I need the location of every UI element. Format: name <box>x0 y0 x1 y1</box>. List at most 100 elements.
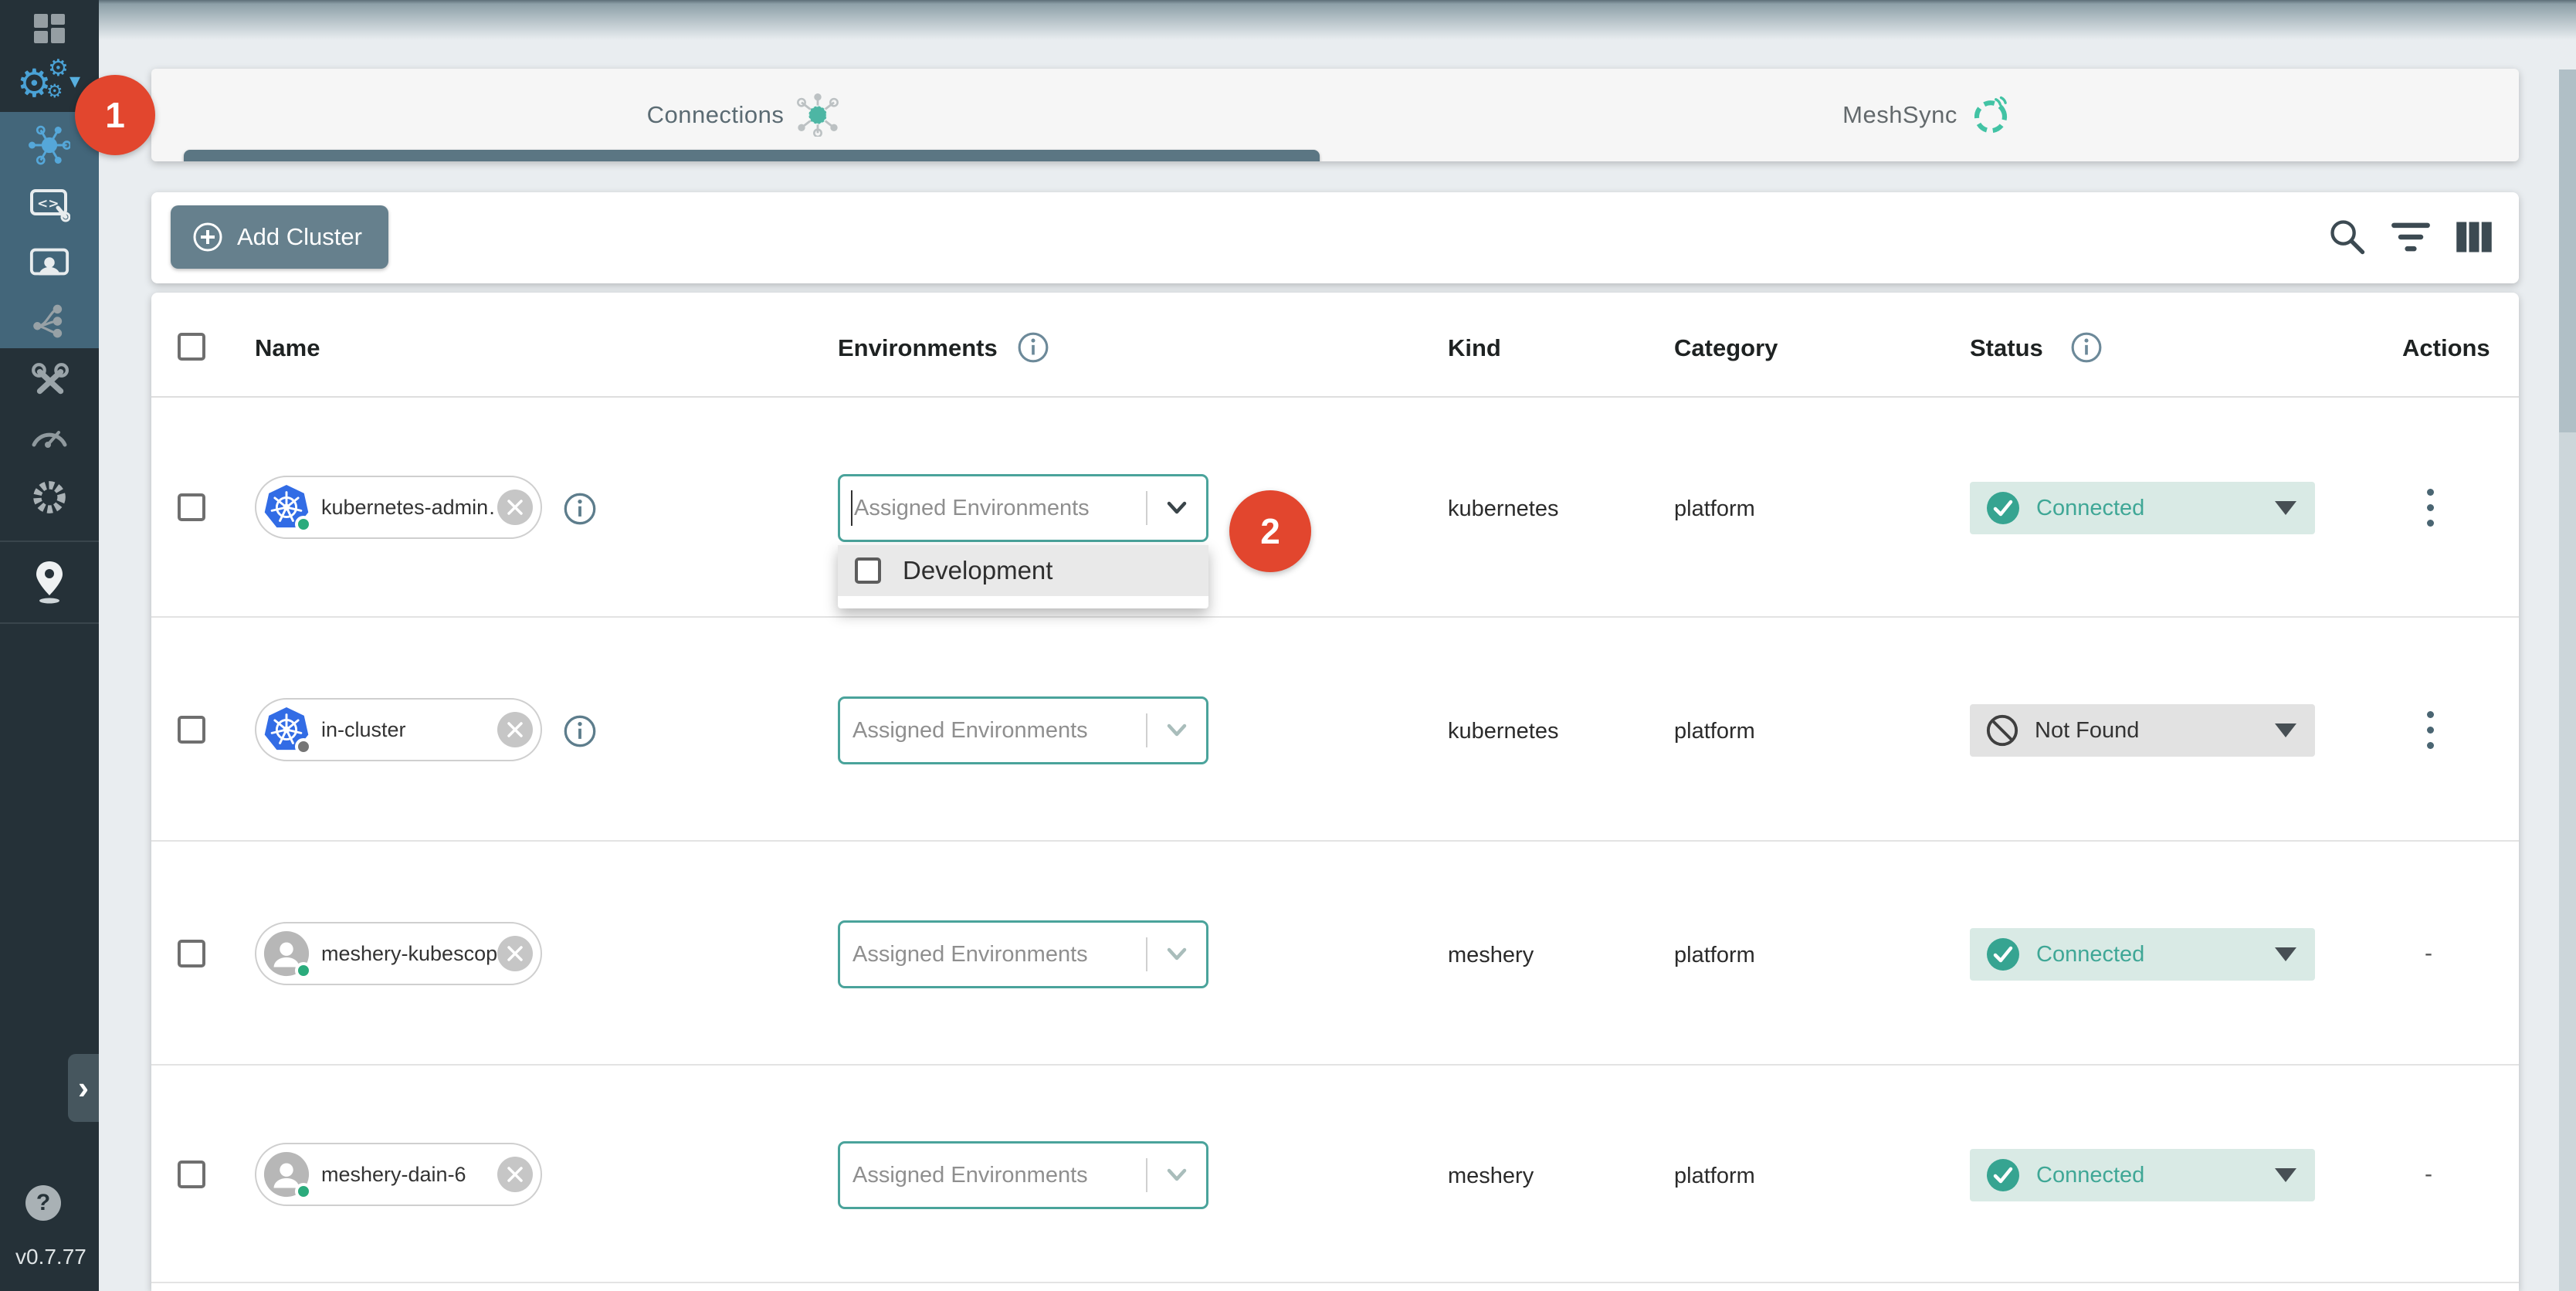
tab-connections[interactable]: Connections <box>151 69 1335 161</box>
table-header-row: Name Environments Kind Category Status A… <box>151 293 2519 398</box>
chevron-down-icon <box>1165 1167 1188 1184</box>
filter-icon[interactable] <box>2391 217 2431 257</box>
text-cursor <box>851 490 852 526</box>
cell-category: platform <box>1674 496 1755 522</box>
close-icon <box>507 1166 524 1183</box>
no-actions-dash: - <box>2425 1161 2432 1188</box>
svg-text:<>: <> <box>37 196 59 212</box>
status-label: Connected <box>2036 1163 2275 1188</box>
sidebar-item-dashboard[interactable] <box>0 0 99 59</box>
chevron-down-icon <box>1165 722 1188 739</box>
sidebar-expand-button[interactable]: › <box>68 1054 99 1122</box>
connected-check-icon <box>1985 937 2021 972</box>
select-all-checkbox[interactable] <box>178 333 205 361</box>
option-label: Development <box>903 556 1052 585</box>
columns-icon[interactable] <box>2454 217 2494 257</box>
sidebar-item-metrics[interactable] <box>0 405 99 463</box>
environments-select[interactable]: Assigned Environments <box>838 1141 1208 1209</box>
chevron-down-icon <box>1165 500 1188 517</box>
environments-dropdown-menu: Development <box>838 545 1208 608</box>
chip-delete-button[interactable] <box>497 490 533 525</box>
select-chevron-button[interactable] <box>1147 946 1206 963</box>
row-info-icon[interactable] <box>563 492 597 526</box>
status-label: Not Found <box>2035 718 2275 744</box>
meshery-app: ⚙ ⚙ ⚙ ▾ <box>0 0 2576 1291</box>
connection-status-dot <box>295 962 312 979</box>
select-chevron-button[interactable] <box>1147 500 1206 517</box>
tab-connections-label: Connections <box>647 101 785 129</box>
sidebar-item-catalog[interactable] <box>0 468 99 527</box>
connection-status-dot <box>295 1183 312 1200</box>
step-badge-1: 1 <box>75 75 155 155</box>
header-environments: Environments <box>838 334 998 362</box>
connection-chip[interactable]: kubernetes-admin… <box>255 476 542 539</box>
row-info-icon[interactable] <box>563 714 597 748</box>
sidebar-item-users[interactable] <box>0 233 99 292</box>
main-content: Connections MeshSync <box>99 0 2576 1291</box>
status-dropdown[interactable]: Connected <box>1970 928 2315 981</box>
table-toolbar: Add Cluster <box>151 192 2519 283</box>
metrics-gauge-icon <box>29 418 69 449</box>
location-pin-icon <box>31 558 68 605</box>
row-checkbox[interactable] <box>178 1161 205 1188</box>
connections-tab-icon <box>796 93 839 137</box>
close-icon <box>507 945 524 962</box>
help-button[interactable]: ? <box>25 1185 61 1221</box>
table-row: in-cluster Assigned Environments <box>151 618 2519 842</box>
chip-delete-button[interactable] <box>497 712 533 747</box>
meshsync-spinner-icon <box>1970 94 2012 136</box>
connection-chip[interactable]: in-cluster <box>255 698 542 761</box>
header-category: Category <box>1674 334 1778 362</box>
row-checkbox[interactable] <box>178 493 205 521</box>
environment-option-development[interactable]: Development <box>838 545 1208 596</box>
add-cluster-label: Add Cluster <box>237 223 362 251</box>
chip-delete-button[interactable] <box>497 1157 533 1192</box>
cell-kind: kubernetes <box>1448 496 1559 522</box>
cell-kind: meshery <box>1448 943 1534 968</box>
connected-check-icon <box>1985 490 2021 526</box>
sidebar-item-adapters[interactable]: <> <box>0 175 99 233</box>
sidebar-divider <box>0 540 99 542</box>
connection-chip[interactable]: meshery-kubescop… <box>255 922 542 985</box>
tools-icon <box>30 361 69 399</box>
sidebar-item-location[interactable] <box>0 552 99 611</box>
row-checkbox[interactable] <box>178 940 205 967</box>
cell-category: platform <box>1674 719 1755 744</box>
select-chevron-button[interactable] <box>1147 722 1206 739</box>
cell-category: platform <box>1674 943 1755 968</box>
search-icon[interactable] <box>2327 217 2368 257</box>
environments-select[interactable]: Assigned Environments <box>838 696 1208 764</box>
sidebar-item-tools[interactable] <box>0 351 99 409</box>
header-kind: Kind <box>1448 334 1501 362</box>
sidebar-item-workflows[interactable] <box>0 292 99 351</box>
add-cluster-button[interactable]: Add Cluster <box>171 205 388 269</box>
environments-select[interactable]: Assigned Environments <box>838 474 1208 542</box>
scrollbar-thumb[interactable] <box>2559 69 2576 432</box>
status-dropdown[interactable]: Not Found <box>1970 704 2315 757</box>
environments-select[interactable]: Assigned Environments <box>838 920 1208 988</box>
row-actions-menu[interactable] <box>2418 479 2442 535</box>
status-label: Connected <box>2036 496 2275 521</box>
chevron-right-icon: › <box>78 1069 89 1106</box>
status-label: Connected <box>2036 942 2275 967</box>
connection-status-dot <box>295 738 312 755</box>
app-version: v0.7.77 <box>15 1245 86 1269</box>
environments-info-icon[interactable] <box>1017 331 1049 364</box>
users-screen-icon <box>29 242 70 283</box>
row-actions-menu[interactable] <box>2418 702 2442 757</box>
step-badge-2: 2 <box>1229 490 1311 572</box>
select-chevron-button[interactable] <box>1147 1167 1206 1184</box>
status-dropdown[interactable]: Connected <box>1970 482 2315 534</box>
connection-chip[interactable]: meshery-dain-6 <box>255 1143 542 1206</box>
cell-kind: kubernetes <box>1448 719 1559 744</box>
chip-delete-button[interactable] <box>497 936 533 971</box>
status-info-icon[interactable] <box>2070 331 2103 364</box>
tab-meshsync[interactable]: MeshSync <box>1335 69 2519 161</box>
help-icon: ? <box>36 1190 50 1216</box>
sidebar: ⚙ ⚙ ⚙ ▾ <box>0 0 99 1291</box>
tabs-bar: Connections MeshSync <box>151 69 2519 161</box>
row-checkbox[interactable] <box>178 716 205 744</box>
option-checkbox[interactable] <box>855 557 881 584</box>
status-dropdown[interactable]: Connected <box>1970 1149 2315 1201</box>
connected-check-icon <box>1985 1157 2021 1193</box>
